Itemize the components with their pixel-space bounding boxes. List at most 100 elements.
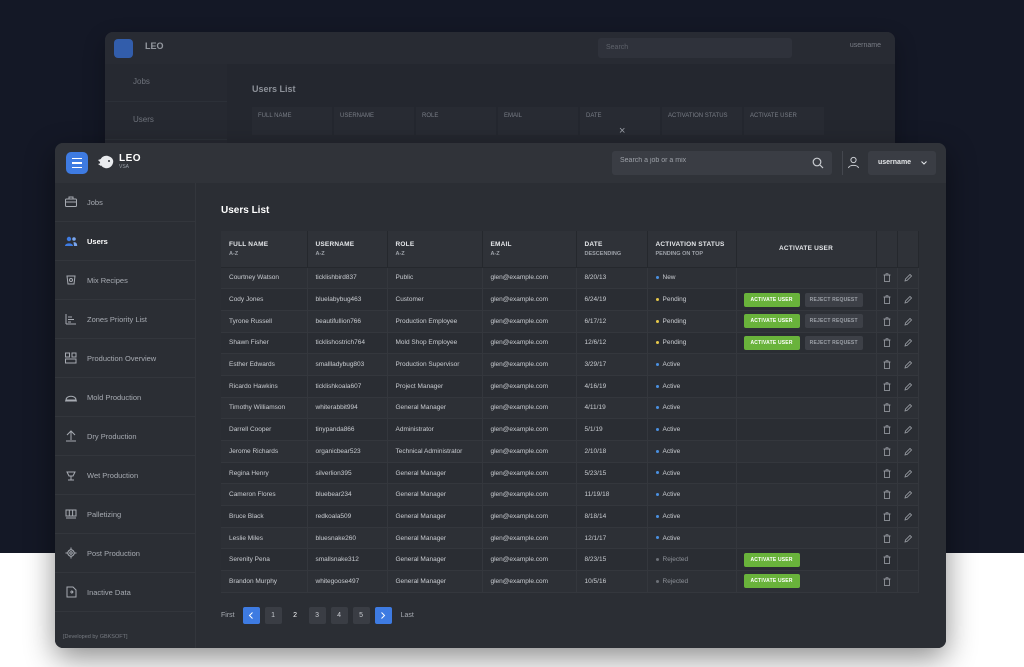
reject-request-button[interactable]: REJECT REQUEST <box>804 292 863 307</box>
page-button-5[interactable]: 5 <box>352 607 370 624</box>
cell-full-name: Leslie Miles <box>221 527 308 550</box>
cell-edit[interactable] <box>897 267 919 290</box>
cell-delete[interactable] <box>876 332 898 355</box>
sidebar-item-post-production[interactable]: Post Production <box>55 534 196 573</box>
back-col-header: ACTIVATE USER <box>744 107 824 135</box>
reject-request-button[interactable]: REJECT REQUEST <box>804 335 863 350</box>
status-label: Pending <box>662 339 687 347</box>
next-page-button[interactable] <box>374 607 392 624</box>
table-row[interactable]: Esther Edwards smallladybug803 Production … <box>221 353 919 376</box>
cell-delete[interactable] <box>876 288 898 311</box>
table-row[interactable]: Shawn Fisher ticklishostrich764 Mold Shop … <box>221 332 919 355</box>
sidebar-item-dry-production[interactable]: Dry Production <box>55 417 196 456</box>
table-row[interactable]: Ricardo Hawkins ticklishkoala607 Project M… <box>221 375 919 398</box>
back-col-header: FULL NAME <box>252 107 332 135</box>
activate-user-button[interactable]: ACTIVATE USER <box>743 552 800 567</box>
activate-user-button[interactable]: ACTIVATE USER <box>743 314 800 329</box>
table-row[interactable]: Tyrone Russell beautifullion766 Production… <box>221 310 919 333</box>
cell-activate-actions <box>736 375 877 398</box>
cell-edit[interactable] <box>897 310 919 333</box>
cell-delete[interactable] <box>876 397 898 420</box>
cell-delete[interactable] <box>876 483 898 507</box>
table-row[interactable]: Leslie Miles bluesnake260 General Manager g… <box>221 527 919 550</box>
sidebar-item-inactive-data[interactable]: Inactive Data <box>55 573 196 612</box>
cell-role: General Manager <box>387 548 483 572</box>
cell-edit[interactable] <box>897 462 919 485</box>
col-header-full-name[interactable]: FULL NAME A-Z <box>221 231 308 268</box>
status-label: Pending <box>662 296 687 304</box>
cell-full-name: Jerome Richards <box>221 440 308 463</box>
user-menu-button[interactable]: username <box>868 151 936 175</box>
col-header-username[interactable]: USERNAME A-Z <box>307 231 388 268</box>
cell-delete[interactable] <box>876 548 898 572</box>
activate-user-button[interactable]: ACTIVATE USER <box>743 335 800 350</box>
last-page-link[interactable]: Last <box>401 612 414 619</box>
table-row[interactable]: Timothy Williamson whiterabbit994 General … <box>221 397 919 420</box>
reject-request-button[interactable]: REJECT REQUEST <box>804 314 863 329</box>
search-input[interactable] <box>620 157 800 164</box>
first-page-link[interactable]: First <box>221 612 235 619</box>
cell-delete[interactable] <box>876 527 898 550</box>
status-label: Active <box>662 512 681 520</box>
col-header-role[interactable]: ROLE A-Z <box>387 231 483 268</box>
menu-icon[interactable] <box>66 152 88 174</box>
close-icon: × <box>619 125 626 137</box>
cell-status: Active <box>647 440 737 463</box>
activate-user-button[interactable]: ACTIVATE USER <box>743 292 800 307</box>
table-row[interactable]: Cameron Flores bluebear234 General Manager… <box>221 483 919 507</box>
cell-delete[interactable] <box>876 375 898 398</box>
gear-icon <box>65 547 77 559</box>
table-row[interactable]: Brandon Murphy whitegoose497 General Manag… <box>221 570 919 593</box>
user-icon[interactable] <box>847 156 860 169</box>
cell-delete[interactable] <box>876 418 898 441</box>
table-row[interactable]: Darrell Cooper tinypanda866 Administrator g… <box>221 418 919 441</box>
page-button-3[interactable]: 3 <box>308 607 326 624</box>
trash-icon <box>883 381 890 391</box>
cell-edit[interactable] <box>897 440 919 463</box>
cell-edit[interactable] <box>897 527 919 550</box>
cell-delete[interactable] <box>876 505 898 528</box>
col-header-date[interactable]: DATE DESCENDING <box>576 231 648 268</box>
table-row[interactable]: Regina Henry silverlion395 General Manager… <box>221 462 919 485</box>
cell-delete[interactable] <box>876 310 898 333</box>
col-header-activation-status[interactable]: ACTIVATION STATUS PENDING ON TOP <box>647 231 737 268</box>
cell-delete[interactable] <box>876 353 898 376</box>
cell-delete[interactable] <box>876 267 898 290</box>
page-button-1[interactable]: 1 <box>264 607 282 624</box>
cell-edit[interactable] <box>897 483 919 507</box>
search-box[interactable] <box>612 151 832 175</box>
cell-edit[interactable] <box>897 505 919 528</box>
cell-delete[interactable] <box>876 570 898 593</box>
back-logo: LEO <box>145 41 164 51</box>
cell-delete[interactable] <box>876 462 898 485</box>
activate-user-button[interactable]: ACTIVATE USER <box>743 574 800 589</box>
table-row[interactable]: Cody Jones bluelabybug463 Customer glen@exa… <box>221 288 919 311</box>
sidebar-item-palletizing[interactable]: Palletizing <box>55 495 196 534</box>
table-row[interactable]: Courtney Watson ticklishbird837 Public glen… <box>221 267 919 290</box>
table-row[interactable]: Bruce Black redkoala509 General Manager gle… <box>221 505 919 528</box>
sidebar-item-production-overview[interactable]: Production Overview <box>55 339 196 378</box>
search-icon[interactable] <box>812 157 824 169</box>
logo[interactable]: LEO VSA <box>97 154 141 170</box>
cell-edit[interactable] <box>897 288 919 311</box>
sidebar-item-zones-priority-list[interactable]: Zones Priority List <box>55 300 196 339</box>
cell-edit[interactable] <box>897 418 919 441</box>
sidebar-item-mix-recipes[interactable]: Mix Recipes <box>55 261 196 300</box>
sidebar-item-users[interactable]: Users <box>55 222 196 261</box>
cell-delete[interactable] <box>876 440 898 463</box>
cell-edit[interactable] <box>897 397 919 420</box>
table-row[interactable]: Jerome Richards organicbear523 Technical A… <box>221 440 919 463</box>
prev-page-button[interactable] <box>242 607 260 624</box>
status-label: Active <box>662 491 681 499</box>
sidebar-item-mold-production[interactable]: Mold Production <box>55 378 196 417</box>
page-button-4[interactable]: 4 <box>330 607 348 624</box>
sidebar-item-jobs[interactable]: Jobs <box>55 183 196 222</box>
cell-date: 2/10/18 <box>576 440 648 463</box>
cell-edit[interactable] <box>897 332 919 355</box>
col-header-email[interactable]: EMAIL A-Z <box>482 231 577 268</box>
cell-edit[interactable] <box>897 375 919 398</box>
table-row[interactable]: Serenity Pena smallsnake312 General Manage… <box>221 548 919 572</box>
trash-icon <box>883 425 890 435</box>
sidebar-item-wet-production[interactable]: Wet Production <box>55 456 196 495</box>
cell-edit[interactable] <box>897 353 919 376</box>
